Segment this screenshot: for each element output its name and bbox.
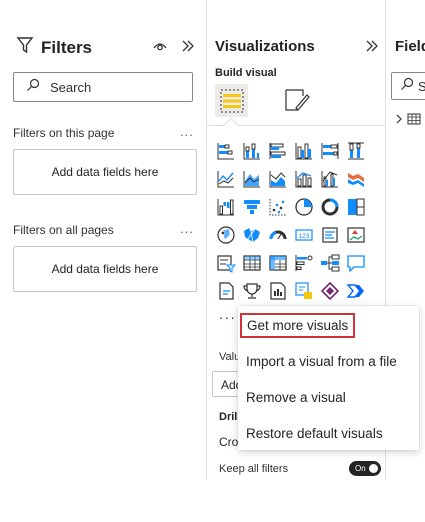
area-chart-icon[interactable]	[241, 168, 263, 190]
more-visuals-menu: Get more visuals Import a visual from a …	[238, 306, 419, 450]
filters-title: Filters	[41, 37, 93, 57]
table-icon	[407, 112, 421, 130]
filter-funnel-icon	[16, 36, 34, 59]
filled-map-icon[interactable]	[241, 224, 263, 246]
funnel-chart-icon[interactable]	[241, 196, 263, 218]
stacked-bar-chart-icon[interactable]	[215, 140, 237, 162]
visualizations-title: Visualizations	[215, 38, 315, 55]
slicer-icon[interactable]	[215, 252, 237, 274]
table-tree-item[interactable]	[395, 112, 421, 130]
menu-item-remove-visual[interactable]: Remove a visual	[246, 390, 346, 405]
clustered-bar-chart-icon[interactable]	[267, 140, 289, 162]
kpi-icon[interactable]	[345, 224, 367, 246]
build-visual-label: Build visual	[215, 67, 277, 79]
line-and-clustered-column-icon[interactable]	[319, 168, 341, 190]
donut-chart-icon[interactable]	[319, 196, 341, 218]
chevron-right-icon	[395, 112, 403, 130]
map-icon[interactable]	[215, 224, 237, 246]
build-visual-icon	[220, 89, 243, 112]
treemap-icon[interactable]	[345, 196, 367, 218]
line-chart-icon[interactable]	[215, 168, 237, 190]
key-influencers-icon[interactable]	[293, 252, 315, 274]
more-options-icon[interactable]: ...	[180, 221, 194, 236]
filters-all-pages-label: Filters on all pages	[13, 223, 114, 237]
line-and-stacked-column-icon[interactable]	[293, 168, 315, 190]
keep-all-filters-label: Keep all filters	[219, 463, 289, 475]
drill-through-label: Dril	[219, 411, 238, 423]
all-pages-filters-drop-zone[interactable]: Add data fields here	[13, 246, 197, 292]
format-visual-tab[interactable]	[283, 86, 311, 114]
menu-item-import-visual-from-file[interactable]: Import a visual from a file	[246, 354, 397, 369]
100-stacked-bar-chart-icon[interactable]	[319, 140, 341, 162]
search-placeholder: S	[418, 78, 425, 94]
keep-all-filters-toggle[interactable]: On	[349, 461, 381, 476]
filters-pane: Filters Search Filters on this page ... …	[0, 0, 206, 480]
svg-text:123: 123	[299, 233, 310, 240]
goals-icon[interactable]	[241, 280, 263, 302]
table-icon[interactable]	[241, 252, 263, 274]
gauge-icon[interactable]	[267, 224, 289, 246]
visual-gallery: 123	[215, 140, 369, 304]
scatter-chart-icon[interactable]	[267, 196, 289, 218]
search-placeholder: Search	[50, 79, 92, 95]
more-options-icon[interactable]: ...	[180, 124, 194, 139]
menu-item-restore-default-visuals[interactable]: Restore default visuals	[246, 426, 383, 441]
collapse-pane-icon[interactable]	[180, 38, 196, 54]
power-apps-icon[interactable]	[319, 280, 341, 302]
toggle-state-text: On	[355, 464, 366, 473]
toggle-knob	[369, 464, 378, 473]
stacked-column-chart-icon[interactable]	[241, 140, 263, 162]
r-script-visual-icon[interactable]	[267, 280, 289, 302]
eye-icon[interactable]	[152, 38, 168, 54]
ribbon-chart-icon[interactable]	[345, 168, 367, 190]
100-stacked-column-chart-icon[interactable]	[345, 140, 367, 162]
stacked-area-chart-icon[interactable]	[267, 168, 289, 190]
collapse-pane-icon[interactable]	[365, 38, 379, 54]
decomposition-tree-icon[interactable]	[319, 252, 341, 274]
filters-header: Filters	[16, 36, 92, 59]
multi-row-card-icon[interactable]	[319, 224, 341, 246]
filters-on-page-label: Filters on this page	[13, 126, 115, 140]
selected-tab-caret	[222, 117, 240, 135]
pie-chart-icon[interactable]	[293, 196, 315, 218]
waterfall-chart-icon[interactable]	[215, 196, 237, 218]
matrix-icon[interactable]	[267, 252, 289, 274]
menu-item-get-more-visuals[interactable]: Get more visuals	[240, 313, 356, 338]
power-automate-icon[interactable]	[345, 280, 367, 302]
search-icon	[400, 77, 414, 96]
clustered-column-chart-icon[interactable]	[293, 140, 315, 162]
filters-search-input[interactable]: Search	[13, 72, 193, 102]
fields-title: Fields	[395, 38, 425, 55]
fields-search-input[interactable]: S	[391, 72, 425, 100]
page-filters-drop-zone[interactable]: Add data fields here	[13, 149, 197, 195]
paginated-report-icon[interactable]	[215, 280, 237, 302]
python-visual-icon[interactable]	[293, 280, 315, 302]
cross-report-label: Cro	[219, 435, 239, 449]
format-brush-icon	[285, 89, 310, 111]
more-visuals-ellipsis[interactable]: ...	[219, 306, 237, 322]
qa-icon[interactable]	[345, 252, 367, 274]
build-visual-tab[interactable]	[215, 84, 248, 117]
card-icon[interactable]: 123	[293, 224, 315, 246]
search-icon	[26, 78, 40, 97]
